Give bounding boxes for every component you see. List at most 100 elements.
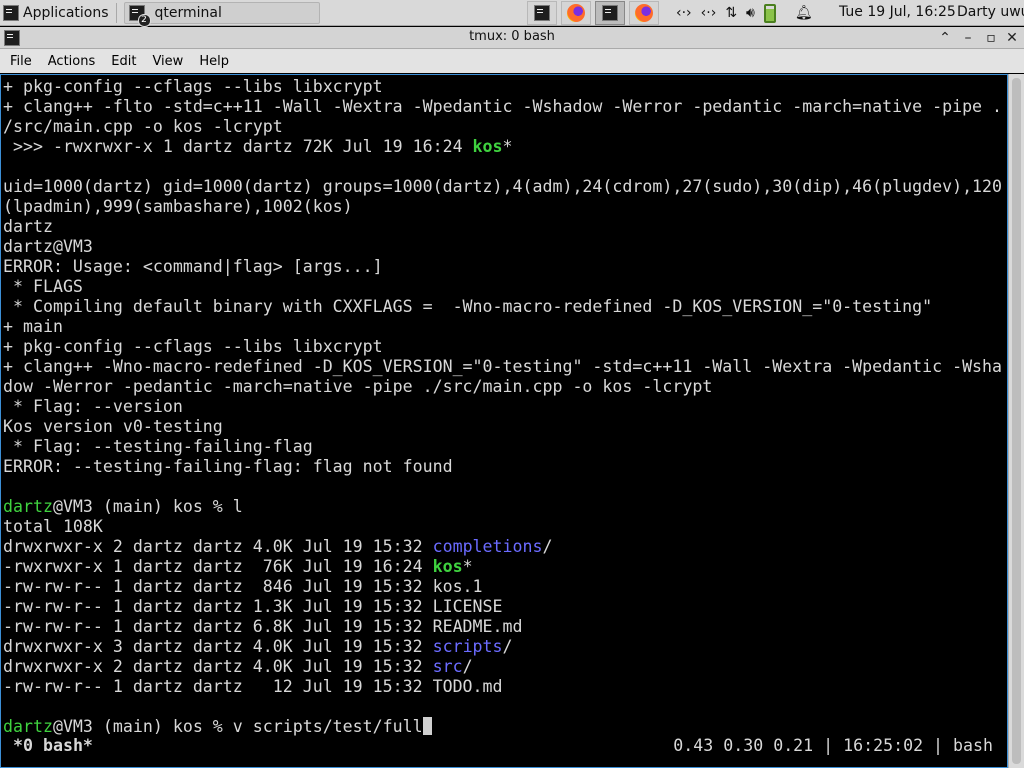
- terminal-text-segment: + clang++ -flto -std=c++11 -Wall -Wextra…: [3, 97, 1003, 116]
- terminal-text-segment: + main: [3, 317, 63, 336]
- terminal-text-segment: * Compiling default binary with CXXFLAGS…: [3, 297, 933, 316]
- terminal-line: dartz@VM3 (main) kos % v scripts/test/fu…: [3, 717, 1002, 737]
- terminal-line: -rw-rw-r-- 1 dartz dartz 846 Jul 19 15:3…: [3, 577, 1002, 597]
- terminal-text-segment: (lpadmin),999(sambashare),1002(kos): [3, 197, 353, 216]
- terminal-text-segment: -rw-rw-r-- 1 dartz dartz 1.3K Jul 19 15:…: [3, 597, 503, 616]
- tmux-window-label[interactable]: *0 bash*: [13, 736, 93, 755]
- menu-file[interactable]: File: [4, 54, 38, 69]
- terminal-line: -rwxrwxr-x 1 dartz dartz 76K Jul 19 16:2…: [3, 557, 1002, 577]
- terminal-line: * Flag: --testing-failing-flag: [3, 437, 1002, 457]
- terminal-line: + clang++ -Wno-macro-redefined -D_KOS_VE…: [3, 357, 1002, 377]
- terminal-output: + pkg-config --cflags --libs libxcrypt + …: [3, 77, 1002, 737]
- terminal-line: drwxrwxr-x 3 dartz dartz 4.0K Jul 19 15:…: [3, 637, 1002, 657]
- terminal-line: >>> -rwxrwxr-x 1 dartz dartz 72K Jul 19 …: [3, 137, 1002, 157]
- terminal-text-segment: dartz@VM3: [3, 237, 93, 256]
- quicklaunch-firefox-2[interactable]: [629, 1, 659, 25]
- terminal-text-segment: dow -Werror -pedantic -march=native -pip…: [3, 377, 713, 396]
- terminal-text-segment: /: [542, 537, 553, 556]
- terminal-text-segment: *: [502, 137, 513, 156]
- clock[interactable]: Tue 19 Jul, 16:25: [839, 4, 956, 20]
- terminal-icon: 2: [128, 4, 151, 27]
- terminal-text-segment: -rw-rw-r-- 1 dartz dartz 12 Jul 19 15:32…: [3, 677, 503, 696]
- terminal-text-segment: /: [462, 657, 473, 676]
- transfer-arrows-icon[interactable]: ⇅: [725, 5, 737, 21]
- terminal-icon: [534, 5, 550, 21]
- taskbar-button-qterminal[interactable]: 2 qterminal: [123, 1, 320, 27]
- terminal-line: -rw-rw-r-- 1 dartz dartz 1.3K Jul 19 15:…: [3, 597, 1002, 617]
- terminal-scrollbar[interactable]: [1008, 74, 1024, 768]
- terminal-text-segment: + pkg-config --cflags --libs libxcrypt: [3, 77, 383, 96]
- terminal-text-segment: drwxrwxr-x 3 dartz dartz 4.0K Jul 19 15:…: [3, 637, 433, 656]
- terminal-text-segment: completions: [432, 537, 543, 556]
- quicklaunch-firefox[interactable]: [561, 1, 591, 25]
- battery-icon[interactable]: [763, 3, 776, 23]
- terminal-line: /src/main.cpp -o kos -lcrypt: [3, 117, 1002, 137]
- applications-label: Applications: [23, 4, 109, 21]
- terminal-text-segment: + clang++ -Wno-macro-redefined -D_KOS_VE…: [3, 357, 1003, 376]
- terminal-text-segment: >>> -rwxrwxr-x 1 dartz dartz 72K Jul 19 …: [3, 137, 473, 156]
- tmux-status-bar: *0 bash* 0.43 0.30 0.21 | 16:25:02 | bas…: [3, 735, 1003, 757]
- close-icon[interactable]: ✕: [1002, 28, 1022, 48]
- terminal-line: drwxrwxr-x 2 dartz dartz 4.0K Jul 19 15:…: [3, 657, 1002, 677]
- menu-actions[interactable]: Actions: [42, 54, 102, 69]
- terminal-line: -rw-rw-r-- 1 dartz dartz 6.8K Jul 19 15:…: [3, 617, 1002, 637]
- terminal-line: uid=1000(dartz) gid=1000(dartz) groups=1…: [3, 177, 1002, 197]
- minimize-icon[interactable]: –: [958, 28, 978, 48]
- terminal-line: total 108K: [3, 517, 1002, 537]
- user-menu[interactable]: Darty uwu: [957, 4, 1024, 20]
- terminal-text-segment: /src/main.cpp -o kos -lcrypt: [3, 117, 283, 136]
- applications-menu-button[interactable]: Applications: [0, 0, 113, 26]
- terminal-text-segment: -rw-rw-r-- 1 dartz dartz 846 Jul 19 15:3…: [3, 577, 483, 596]
- terminal-text-segment: Kos version v0-testing: [3, 417, 223, 436]
- network-left-icon[interactable]: ‹·›: [676, 5, 692, 21]
- terminal-text-segment: scripts: [432, 637, 503, 656]
- terminal-line: + clang++ -flto -std=c++11 -Wall -Wextra…: [3, 97, 1002, 117]
- terminal-line: dartz@VM3 (main) kos % l: [3, 497, 1002, 517]
- terminal-text-segment: src: [432, 657, 463, 676]
- terminal-text-segment: total 108K: [3, 517, 103, 536]
- terminal-line: drwxrwxr-x 2 dartz dartz 4.0K Jul 19 15:…: [3, 537, 1002, 557]
- menu-help[interactable]: Help: [193, 54, 235, 69]
- terminal-line: dartz: [3, 217, 1002, 237]
- terminal-text-segment: @VM3 (main) kos % v scripts/test/full: [52, 717, 423, 736]
- terminal-text-segment: dartz: [3, 217, 53, 236]
- terminal-text-segment: -rwxrwxr-x 1 dartz dartz 76K Jul 19 16:2…: [3, 557, 433, 576]
- terminal-line: -rw-rw-r-- 1 dartz dartz 12 Jul 19 15:32…: [3, 677, 1002, 697]
- maximize-icon[interactable]: ▫: [981, 28, 1001, 48]
- chevron-up-icon[interactable]: ⌃: [935, 28, 955, 48]
- terminal-line: ERROR: Usage: <command|flag> [args...]: [3, 257, 1002, 277]
- terminal-text-segment: drwxrwxr-x 2 dartz dartz 4.0K Jul 19 15:…: [3, 537, 433, 556]
- terminal-line: * Flag: --version: [3, 397, 1002, 417]
- terminal-line: + main: [3, 317, 1002, 337]
- terminal-text-segment: * Flag: --version: [3, 397, 183, 416]
- taskbar-button-label: qterminal: [154, 4, 222, 21]
- network-right-icon[interactable]: ‹·›: [701, 5, 717, 21]
- notification-bell-icon[interactable]: 🔔︎: [795, 5, 813, 21]
- terminal-text-segment: ERROR: Usage: <command|flag> [args...]: [3, 257, 383, 276]
- firefox-icon: [635, 4, 653, 22]
- terminal-text-segment: drwxrwxr-x 2 dartz dartz 4.0K Jul 19 15:…: [3, 657, 433, 676]
- terminal-text-segment: + pkg-config --cflags --libs libxcrypt: [3, 337, 383, 356]
- terminal-text-segment: dartz: [3, 717, 53, 736]
- window-titlebar[interactable]: tmux: 0 bash ⌃ – ▫ ✕: [0, 27, 1024, 49]
- system-panel: Applications 2 qterminal ‹·› ‹·› ⇅ 🔊︎ 🔔︎…: [0, 0, 1024, 27]
- terminal-line: + pkg-config --cflags --libs libxcrypt: [3, 77, 1002, 97]
- quicklaunch-terminal[interactable]: [527, 1, 557, 25]
- system-tray: ‹·› ‹·› ⇅ 🔊︎ 🔔︎: [676, 0, 822, 26]
- terminal-line: * Compiling default binary with CXXFLAGS…: [3, 297, 1002, 317]
- volume-icon[interactable]: 🔊︎: [746, 5, 755, 21]
- terminal-icon: [602, 5, 618, 21]
- menu-view[interactable]: View: [146, 54, 189, 69]
- menubar: File Actions Edit View Help: [0, 49, 1024, 73]
- terminal-area[interactable]: + pkg-config --cflags --libs libxcrypt + …: [0, 74, 1008, 768]
- quicklaunch-tray: [527, 1, 663, 25]
- quicklaunch-terminal-active[interactable]: [595, 1, 625, 25]
- terminal-text-segment: /: [502, 637, 513, 656]
- menu-edit[interactable]: Edit: [105, 54, 142, 69]
- scrollbar-thumb[interactable]: [1012, 78, 1021, 764]
- panel-separator: [115, 2, 117, 23]
- tmux-status-right: 0.43 0.30 0.21 | 16:25:02 | bash: [673, 736, 993, 755]
